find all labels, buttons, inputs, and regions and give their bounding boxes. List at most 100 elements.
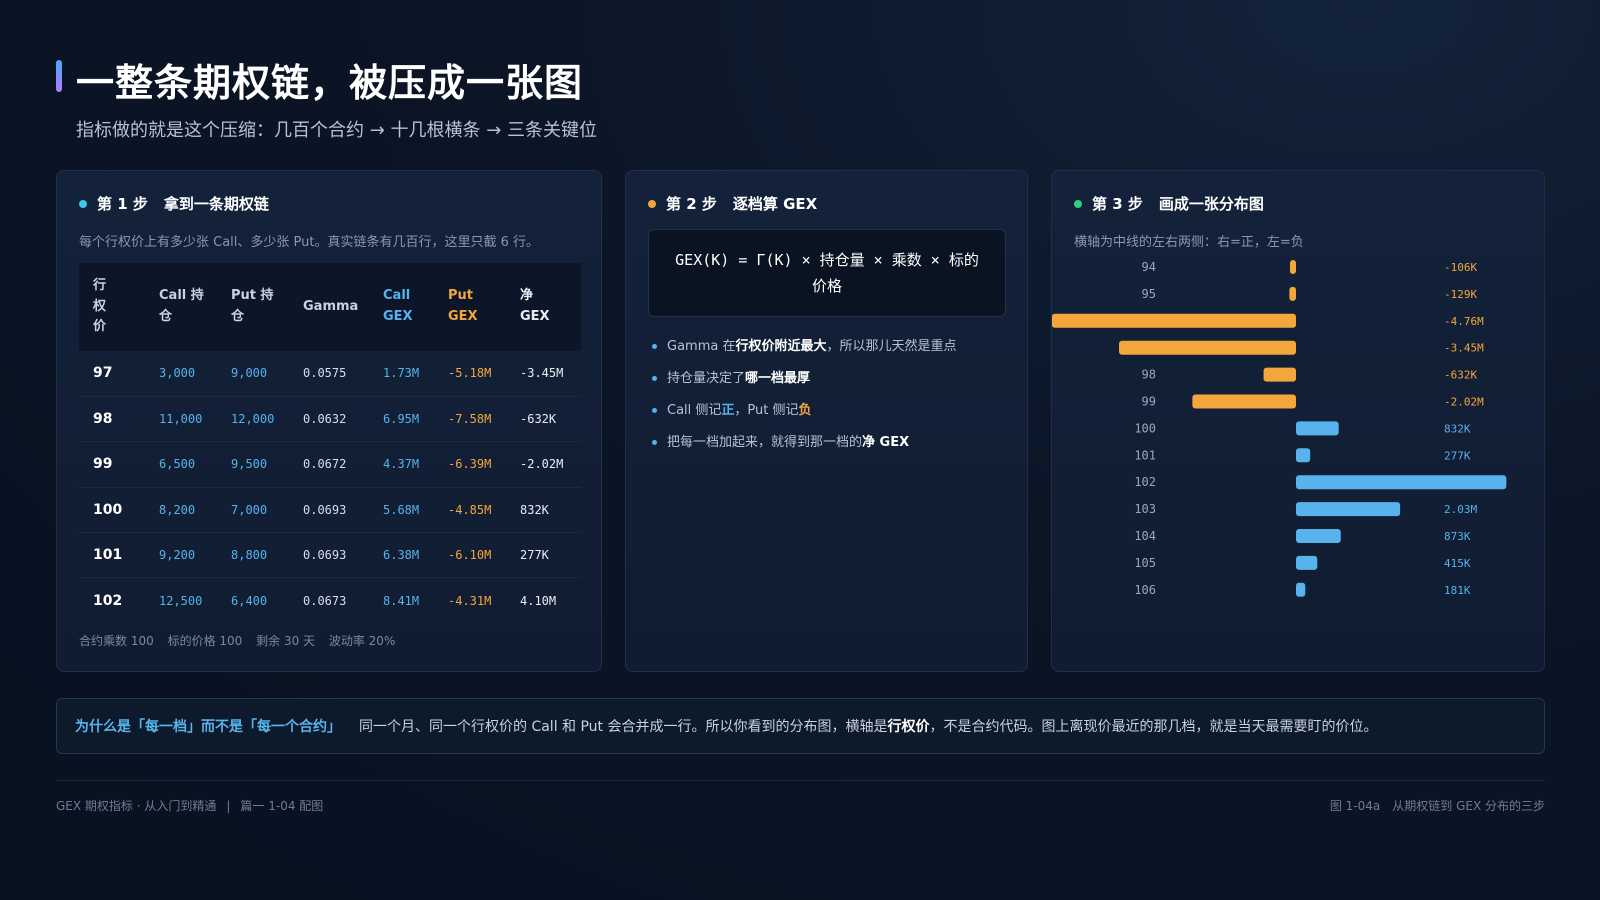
call-gex-cell: 4.37M — [369, 441, 434, 488]
table-row: 99 6,500 9,500 0.0672 4.37M -6.39M -2.02M — [79, 441, 581, 488]
put-oi-cell: 12,000 — [217, 396, 289, 443]
gex-value-label: 873K — [1444, 530, 1471, 543]
gamma-cell: 0.0693 — [289, 532, 369, 579]
footer-chapter: 篇一 1-04 配图 — [240, 799, 324, 813]
bullet-item: 把每一档加起来，就得到那一档的净 GEX — [652, 431, 957, 450]
page-subtitle: 指标做的就是这个压缩：几百个合约 → 十几根横条 → 三条关键位 — [76, 120, 598, 141]
put-oi-cell: 9,000 — [217, 351, 289, 397]
negative-gex-bar — [1290, 260, 1296, 274]
footnote-underlying: 标的价格 100 — [167, 634, 243, 648]
step1-footnotes: 合约乘数 100 标的价格 100 剩余 30 天 波动率 20% — [79, 632, 405, 649]
put-gex-cell: -7.58M — [434, 396, 506, 443]
banner-text-tail: ，不是合约代码。图上离现价最近的那几档，就是当天最需要盯的价位。 — [929, 719, 1378, 735]
page-title: 一整条期权链，被压成一张图 — [76, 61, 584, 105]
call-oi-cell: 12,500 — [159, 593, 203, 608]
col-net-gex: 净 GEX — [506, 263, 581, 351]
column-header-label: 净 GEX — [520, 288, 550, 324]
bullet-emphasis: 行权价附近最大 — [735, 339, 827, 354]
table-header-row: 行权价 Call 持仓 Put 持仓 Gamma Call GEX Put GE… — [79, 263, 581, 351]
positive-gex-bar — [1296, 502, 1401, 517]
gex-value-label: 277K — [1444, 449, 1471, 462]
put-oi-cell: 7,000 — [217, 487, 289, 534]
column-header-label: 行权价 — [93, 277, 107, 335]
net-gex-cell: 4.10M — [520, 593, 557, 608]
call-oi-cell: 9,200 — [145, 532, 217, 579]
negative-gex-bar — [1052, 313, 1296, 328]
strike-cell: 102 — [93, 592, 123, 609]
gamma-cell: 0.0693 — [289, 487, 369, 534]
footnote-vol: 波动率 20% — [328, 634, 396, 648]
step2-bullets: Gamma 在行权价附近最大 ，所以那儿天然是重点 持仓量决定了 哪一档最厚 Cal… — [652, 335, 957, 463]
negative-gex-bar — [1289, 286, 1296, 301]
gex-value-label: -4.76M — [1444, 315, 1484, 328]
strike-tick-label: 95 — [1142, 287, 1156, 301]
gex-value-label: -106K — [1444, 261, 1477, 274]
net-gex-cell: 832K — [506, 487, 581, 534]
call-oi-cell: 8,200 — [145, 487, 217, 534]
call-gex-cell: 8.41M — [383, 593, 420, 608]
column-header-label: Call 持仓 — [159, 288, 204, 324]
step1-card: 第 1 步 拿到一条期权链 每个行权价上有多少张 Call、多少张 Put。真实… — [56, 170, 602, 672]
bullet-text: ，所以那儿天然是重点 — [826, 339, 957, 354]
table-row: 98 11,000 12,000 0.0632 6.95M -7.58M -632K — [79, 396, 581, 443]
net-gex-cell: -2.02M — [506, 441, 581, 488]
footer-left: GEX 期权指标 · 从入门到精通 | 篇一 1-04 配图 — [56, 797, 323, 814]
gex-value-label: -2.02M — [1444, 396, 1484, 409]
footer-divider — [56, 780, 1545, 781]
call-gex-cell: 1.73M — [369, 351, 434, 397]
bullet-item: Gamma 在行权价附近最大 ，所以那儿天然是重点 — [652, 335, 957, 354]
step2-title: 逐档算 GEX — [732, 195, 818, 213]
title-accent-bar — [56, 60, 62, 92]
table-row: 97 3,000 9,000 0.0575 1.73M -5.18M -3.45M — [79, 351, 581, 397]
strike-cell: 99 — [79, 441, 145, 488]
gex-value-label: 415K — [1444, 557, 1471, 570]
bullet-dot-icon — [652, 344, 657, 349]
col-put-oi: Put 持仓 — [217, 263, 289, 351]
figure-caption: 从期权链到 GEX 分布的三步 — [1392, 799, 1545, 813]
call-oi-cell: 6,500 — [145, 441, 217, 488]
bullet-text: 持仓量决定了 — [667, 371, 746, 386]
gamma-cell: 0.0672 — [289, 441, 369, 488]
strike-tick-label: 101 — [1134, 448, 1156, 462]
footer-series: GEX 期权指标 · 从入门到精通 — [56, 799, 217, 813]
banner-text: 同一个月、同一个行权价的 Call 和 Put 会合并成一行。所以你看到的分布图… — [359, 719, 888, 735]
bullet-text: 把每一档加起来，就得到那一档的 — [667, 435, 863, 450]
call-gex-cell: 6.38M — [369, 532, 434, 579]
step1-description: 每个行权价上有多少张 Call、多少张 Put。真实链条有几百行，这里只截 6 … — [79, 235, 540, 250]
call-oi-cell: 11,000 — [145, 396, 217, 443]
put-gex-cell: -4.85M — [434, 487, 506, 534]
call-gex-cell: 5.68M — [369, 487, 434, 534]
put-oi-cell: 8,800 — [217, 532, 289, 579]
table-row: 100 8,200 7,000 0.0693 5.68M -4.85M 832K — [79, 487, 581, 534]
col-call-oi: Call 持仓 — [145, 263, 217, 351]
net-gex-cell: -632K — [506, 396, 581, 443]
bullet-positive: 正 — [721, 403, 735, 418]
strike-cell: 97 — [79, 351, 145, 397]
bullet-dot-icon — [652, 408, 657, 413]
positive-gex-bar — [1296, 582, 1306, 597]
banner-emphasis: 行权价 — [887, 719, 930, 735]
col-call-gex: Call GEX — [369, 263, 434, 351]
step3-description: 横轴为中线的左右两侧：右=正，左=负 — [1074, 235, 1304, 250]
bullet-text: Call 侧记 — [667, 403, 722, 418]
strike-tick-label: 100 — [1134, 421, 1156, 435]
footnote-multiplier: 合约乘数 100 — [79, 634, 154, 648]
put-oi-cell: 6,400 — [231, 593, 268, 608]
put-gex-cell: -6.39M — [434, 441, 506, 488]
table-row: 102 12,500 6,400 0.0673 8.41M -4.31M 4.10M — [79, 578, 581, 623]
bullet-item: Call 侧记正，Put 侧记负 — [652, 399, 957, 418]
gamma-cell: 0.0632 — [289, 396, 369, 443]
gex-value-label: 181K — [1444, 584, 1471, 597]
bullet-emphasis: 净 GEX — [862, 435, 910, 450]
col-put-gex: Put GEX — [434, 263, 506, 351]
gamma-cell: 0.0673 — [303, 593, 347, 608]
step1-heading: 第 1 步 拿到一条期权链 — [79, 193, 269, 214]
column-header-label: Put GEX — [448, 288, 478, 324]
bullet-emphasis: 哪一档最厚 — [745, 371, 811, 386]
gex-value-label: 832K — [1444, 422, 1471, 435]
bullet-item: 持仓量决定了 哪一档最厚 — [652, 367, 957, 386]
gex-value-label: 2.03M — [1444, 503, 1477, 516]
step3-card: 第 3 步 画成一张分布图 横轴为中线的左右两侧：右=正，左=负 94 -106K… — [1051, 170, 1545, 672]
strike-tick-label: 99 — [1142, 395, 1156, 409]
put-gex-cell: -4.31M — [448, 593, 492, 608]
